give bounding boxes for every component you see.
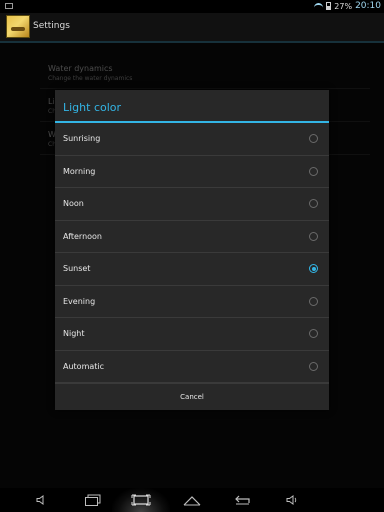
radio-button[interactable] [309,329,318,338]
dialog-title: Light color [63,101,122,114]
volume-down-icon[interactable] [22,488,62,512]
option-label: Evening [63,296,96,306]
battery-icon [326,2,332,10]
wifi-icon [314,2,324,10]
light-color-dialog: Light color Sunrising Morning Noon After… [55,90,329,410]
option-label: Sunset [63,264,91,273]
recent-apps-icon[interactable] [73,488,113,512]
radio-button[interactable] [309,166,318,176]
radio-button-selected[interactable] [309,264,318,273]
app-icon[interactable] [6,15,30,38]
option-sunrising[interactable]: Sunrising [55,123,329,156]
status-icons: 27% 20:10 [314,1,381,11]
radio-button[interactable] [309,231,318,241]
option-label: Night [63,329,85,338]
home-icon[interactable] [172,488,212,512]
option-evening[interactable]: Evening [55,286,329,318]
option-label: Noon [63,199,84,208]
action-bar: Settings [0,13,384,43]
option-automatic[interactable]: Automatic [55,351,329,383]
radio-button[interactable] [309,296,318,306]
option-night[interactable]: Night [55,318,329,351]
option-afternoon[interactable]: Afternoon [55,221,329,253]
option-label: Sunrising [63,134,101,143]
cancel-button[interactable]: Cancel [55,384,329,410]
page-title: Settings [33,21,70,31]
option-label: Automatic [63,361,105,371]
radio-button[interactable] [309,134,318,143]
notification-icon [5,3,13,9]
option-list: Sunrising Morning Noon Afternoon Sunset … [55,123,329,383]
dialog-button-bar: Cancel [55,383,329,410]
option-label: Morning [63,166,96,176]
back-icon[interactable] [222,488,262,512]
option-morning[interactable]: Morning [55,156,329,188]
radio-button[interactable] [309,361,318,371]
option-noon[interactable]: Noon [55,188,329,221]
volume-up-icon[interactable] [272,488,312,512]
clock: 20:10 [355,1,381,11]
status-bar: 27% 20:10 [0,0,384,13]
navigation-bar [0,488,384,512]
battery-percent: 27% [334,1,353,11]
option-sunset[interactable]: Sunset [55,253,329,286]
screenshot-icon[interactable] [121,488,161,512]
option-label: Afternoon [63,231,102,241]
radio-button[interactable] [309,199,318,208]
